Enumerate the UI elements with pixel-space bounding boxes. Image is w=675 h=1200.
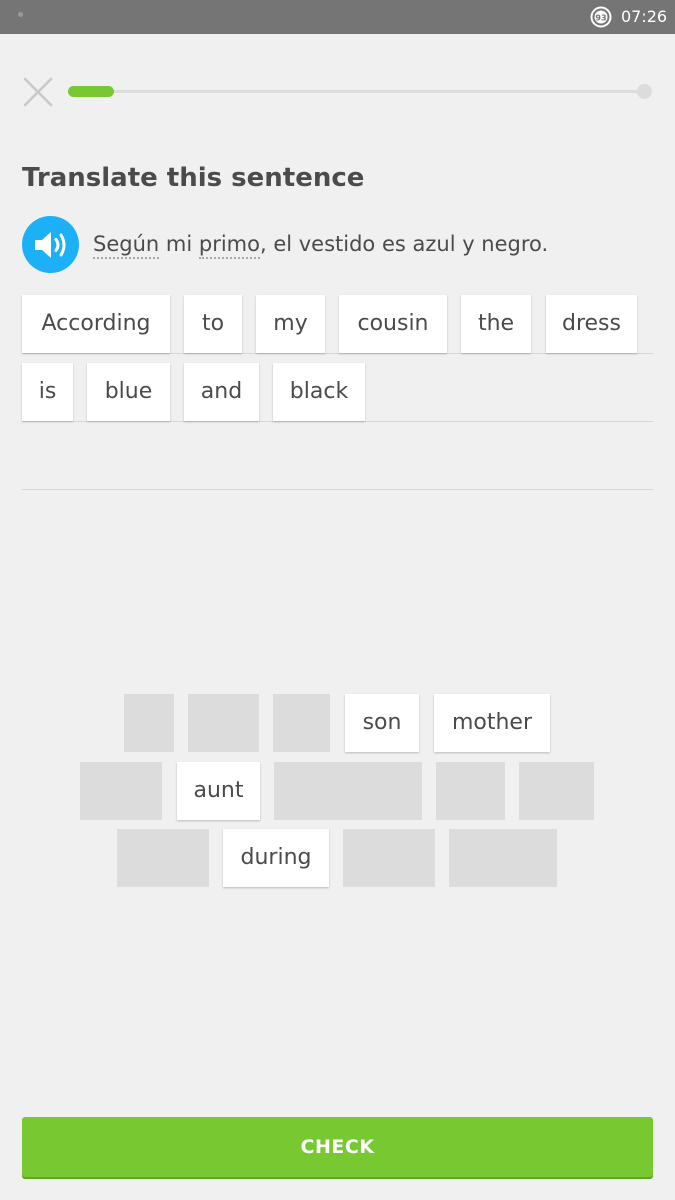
hint-word[interactable]: primo bbox=[198, 232, 260, 259]
lesson-progress-bar bbox=[68, 86, 644, 97]
sentence-text: , el vestido es azul y negro. bbox=[259, 232, 549, 256]
used-word-slot bbox=[188, 694, 259, 752]
close-button[interactable] bbox=[22, 76, 54, 108]
play-audio-button[interactable] bbox=[22, 216, 79, 273]
sentence-text: mi bbox=[159, 232, 199, 256]
answer-word-chip[interactable]: blue bbox=[87, 363, 170, 421]
answer-word-chip[interactable]: the bbox=[461, 295, 531, 353]
answer-word-chip[interactable]: cousin bbox=[339, 295, 447, 353]
answer-line bbox=[22, 489, 653, 490]
check-button[interactable]: CHECK bbox=[22, 1117, 653, 1177]
word-bank-chip[interactable]: aunt bbox=[177, 762, 260, 820]
answer-word-chip[interactable]: dress bbox=[546, 295, 637, 353]
used-word-slot bbox=[124, 694, 174, 752]
used-word-slot bbox=[273, 694, 330, 752]
clock: 07:26 bbox=[621, 7, 668, 26]
answer-word-chip[interactable]: black bbox=[273, 363, 365, 421]
battery-level: 93 bbox=[595, 14, 606, 23]
exercise-title: Translate this sentence bbox=[22, 163, 365, 193]
used-word-slot bbox=[343, 829, 435, 887]
progress-end-marker bbox=[637, 84, 652, 99]
used-word-slot bbox=[274, 762, 422, 820]
word-bank-chip[interactable]: son bbox=[345, 694, 419, 752]
source-sentence: Según mi primo, el vestido es azul y neg… bbox=[93, 229, 548, 259]
word-bank-chip[interactable]: during bbox=[223, 829, 329, 887]
hint-word[interactable]: Según bbox=[93, 232, 160, 259]
answer-word-chip[interactable]: and bbox=[184, 363, 259, 421]
used-word-slot bbox=[519, 762, 594, 820]
notification-dot-icon bbox=[18, 12, 23, 17]
answer-line bbox=[22, 353, 653, 354]
answer-word-chip[interactable]: to bbox=[184, 295, 242, 353]
word-bank-chip[interactable]: mother bbox=[434, 694, 550, 752]
used-word-slot bbox=[436, 762, 505, 820]
speaker-icon bbox=[35, 232, 66, 258]
used-word-slot bbox=[117, 829, 209, 887]
battery-icon: 93 bbox=[590, 6, 612, 28]
answer-line bbox=[22, 421, 653, 422]
answer-word-chip[interactable]: is bbox=[22, 363, 73, 421]
used-word-slot bbox=[449, 829, 557, 887]
close-icon bbox=[23, 77, 53, 107]
lesson-progress-fill bbox=[68, 86, 114, 97]
used-word-slot bbox=[80, 762, 162, 820]
answer-word-chip[interactable]: According bbox=[22, 295, 170, 353]
status-bar: 93 07:26 bbox=[0, 0, 675, 34]
answer-word-chip[interactable]: my bbox=[256, 295, 325, 353]
